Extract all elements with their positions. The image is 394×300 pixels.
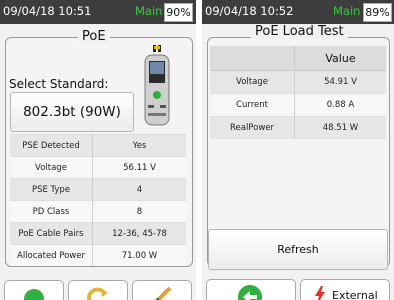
poe-screen: 09/04/18 10:51 Main 90% PoE Select Stand… [0, 0, 196, 300]
value-column-header: Value [294, 46, 386, 71]
battery-indicator: 90% [164, 3, 193, 22]
refresh-label: Refresh [277, 243, 319, 256]
status-bar: 09/04/18 10:51 Main 90% [0, 0, 196, 24]
status-bar: 09/04/18 10:52 Main 89% [202, 0, 394, 24]
table-row: PoE Cable Pairs 12-36, 45-78 [10, 222, 186, 245]
tester-device-icon [144, 45, 170, 126]
select-standard-label: Select Standard: [9, 77, 109, 91]
standard-select-value: 802.3bt (90W) [23, 104, 121, 120]
table-row: PSE Type 4 [10, 178, 186, 201]
table-row: Voltage 54.91 V [210, 70, 386, 94]
external-button[interactable]: External [300, 279, 390, 300]
refresh-icon [87, 287, 108, 300]
pencil-icon [155, 286, 172, 300]
status-mode: Main [333, 4, 361, 18]
table-row: PD Class 8 [10, 200, 186, 223]
page-title: PoE [78, 29, 110, 44]
table-row: Allocated Power 71.00 W [10, 244, 186, 266]
page-title: PoE Load Test [251, 24, 348, 39]
back-button[interactable] [4, 280, 64, 300]
table-row: PSE Detected Yes [10, 134, 186, 157]
status-time: 09/04/18 10:52 [205, 4, 294, 18]
refresh-button[interactable]: Refresh [208, 229, 388, 270]
back-arrow-icon [238, 285, 262, 300]
poe-load-test-screen: 09/04/18 10:52 Main 89% PoE Load Test Va… [202, 0, 394, 300]
poe-results-table: PSE Detected Yes Voltage 56.11 V PSE Type 4… [10, 134, 186, 266]
external-label: External [332, 289, 378, 300]
table-header-row: Value [210, 46, 386, 71]
status-time: 09/04/18 10:51 [3, 4, 92, 18]
refresh-button[interactable] [68, 280, 128, 300]
table-row: RealPower 48.51 W [210, 116, 386, 139]
back-arrow-icon [24, 289, 44, 300]
edit-button[interactable] [132, 280, 192, 300]
battery-indicator: 89% [363, 3, 392, 22]
table-row: Current 0.88 A [210, 93, 386, 117]
lightning-icon [315, 286, 325, 300]
standard-select-button[interactable]: 802.3bt (90W) [10, 92, 134, 132]
status-mode: Main [135, 4, 163, 18]
table-row: Voltage 56.11 V [10, 156, 186, 179]
back-button[interactable] [206, 279, 296, 300]
load-test-table: Value Voltage 54.91 V Current 0.88 A RealP… [210, 46, 386, 139]
